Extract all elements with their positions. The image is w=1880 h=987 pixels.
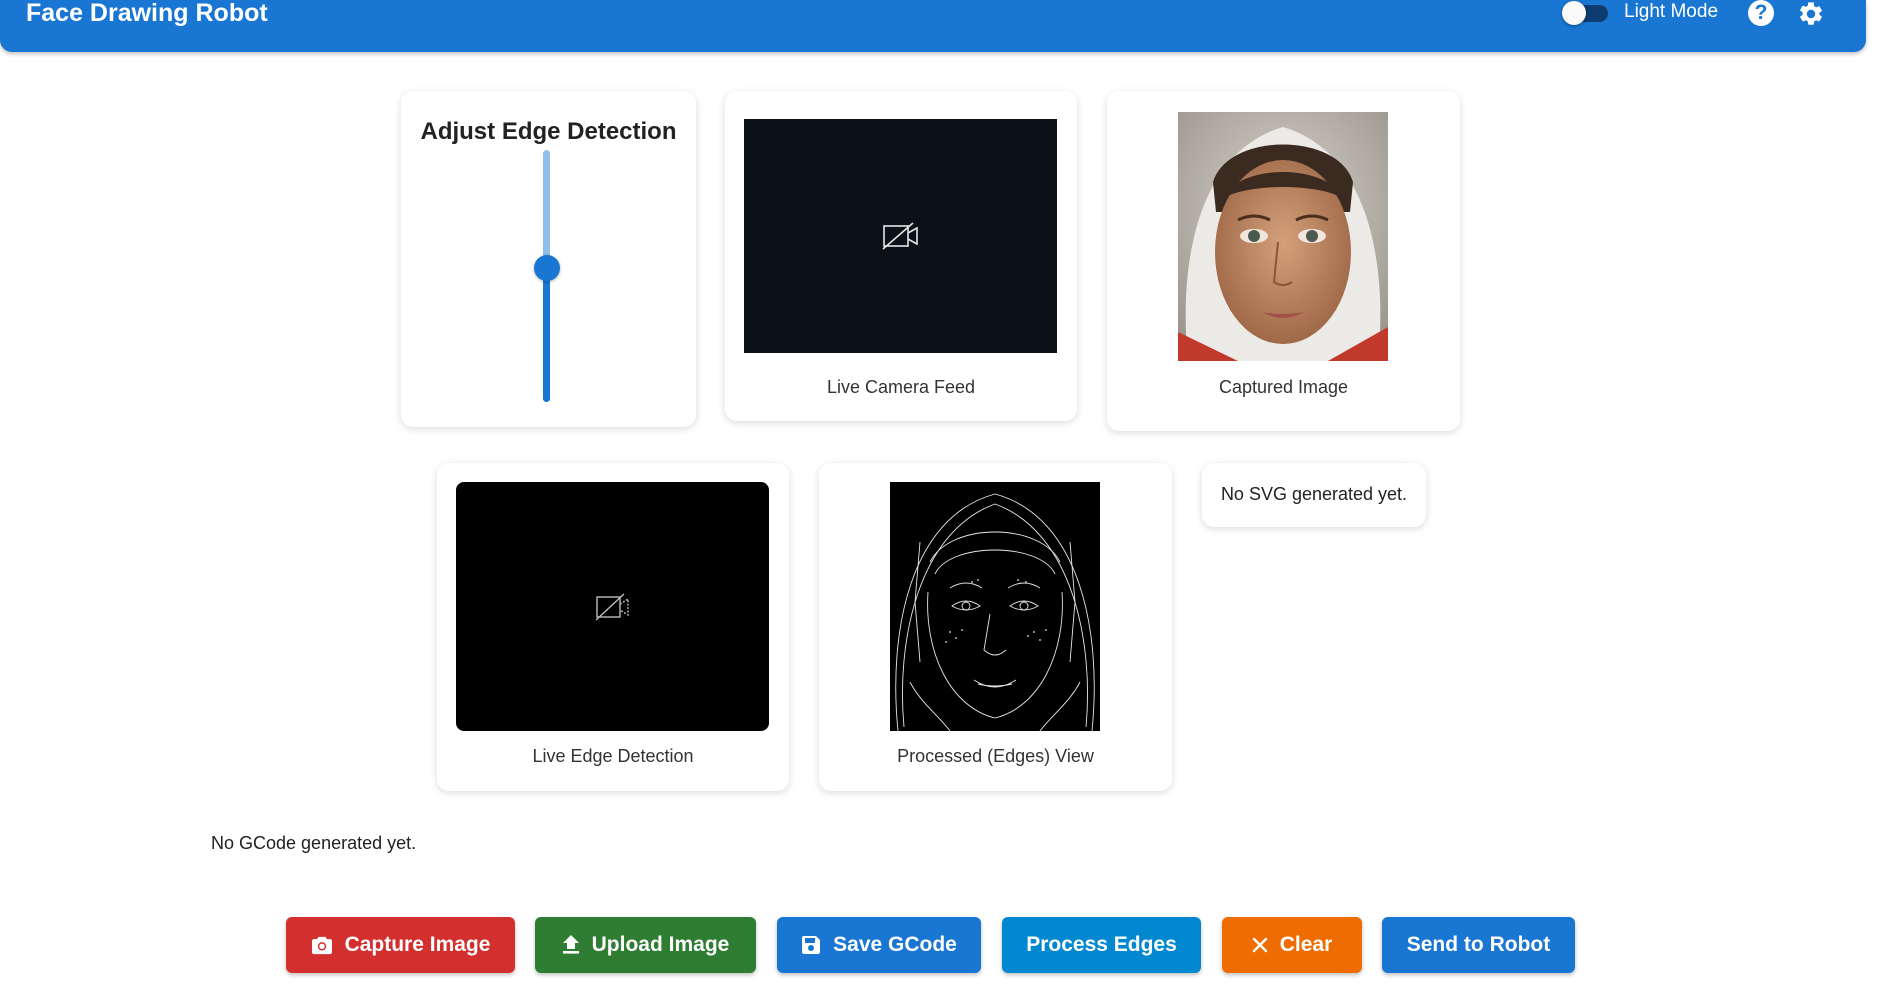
theme-toggle[interactable] (1562, 1, 1610, 25)
processed-edges-caption: Processed (Edges) View (897, 746, 1094, 766)
close-icon (1252, 937, 1267, 953)
app-title: Face Drawing Robot (26, 0, 268, 27)
upload-icon (562, 935, 579, 954)
theme-label: Light Mode (1624, 1, 1719, 22)
svg-status-text: No SVG generated yet. (1220, 484, 1408, 504)
svg-status-card: No SVG generated yet. (1202, 463, 1426, 527)
clear-button[interactable]: Clear (1222, 917, 1362, 973)
edge-detection-view (456, 482, 769, 731)
upload-image-label: Upload Image (591, 933, 730, 956)
slider-track-fill (543, 268, 550, 402)
slider-title: Adjust Edge Detection (420, 118, 677, 145)
clear-label: Clear (1279, 933, 1333, 956)
gcode-status-text: No GCode generated yet. (211, 833, 417, 853)
app-bar: Face Drawing Robot Light Mode ? (0, 0, 1866, 52)
camera-feed-card: Live Camera Feed (725, 91, 1077, 421)
slider-thumb[interactable] (534, 255, 560, 281)
processed-edges-image (890, 482, 1100, 731)
send-to-robot-label: Send to Robot (1406, 933, 1551, 956)
processed-edges-card: Processed (Edges) View (819, 463, 1172, 791)
camera-icon (311, 936, 332, 955)
capture-image-label: Capture Image (344, 933, 491, 956)
toggle-thumb (1562, 1, 1586, 25)
camera-off-icon (881, 222, 918, 250)
captured-image (1178, 112, 1388, 361)
upload-image-button[interactable]: Upload Image (535, 917, 756, 973)
camera-feed-caption: Live Camera Feed (826, 377, 976, 397)
capture-image-button[interactable]: Capture Image (286, 917, 515, 973)
save-gcode-label: Save GCode (833, 933, 957, 956)
edge-detection-card: Live Edge Detection (437, 463, 789, 791)
help-icon[interactable]: ? (1748, 0, 1774, 26)
camera-off-icon (595, 592, 629, 621)
app-root: Face Drawing Robot Light Mode ? Adjust E… (0, 0, 1880, 987)
captured-image-card: Captured Image (1107, 91, 1460, 431)
save-icon (802, 936, 821, 954)
camera-feed-view (744, 119, 1057, 353)
captured-image-caption: Captured Image (1218, 377, 1349, 397)
process-edges-button[interactable]: Process Edges (1002, 917, 1201, 973)
edge-detection-caption: Live Edge Detection (532, 746, 694, 766)
process-edges-label: Process Edges (1026, 933, 1177, 956)
send-to-robot-button[interactable]: Send to Robot (1382, 917, 1575, 973)
save-gcode-button[interactable]: Save GCode (777, 917, 981, 973)
gear-icon[interactable] (1797, 0, 1825, 28)
